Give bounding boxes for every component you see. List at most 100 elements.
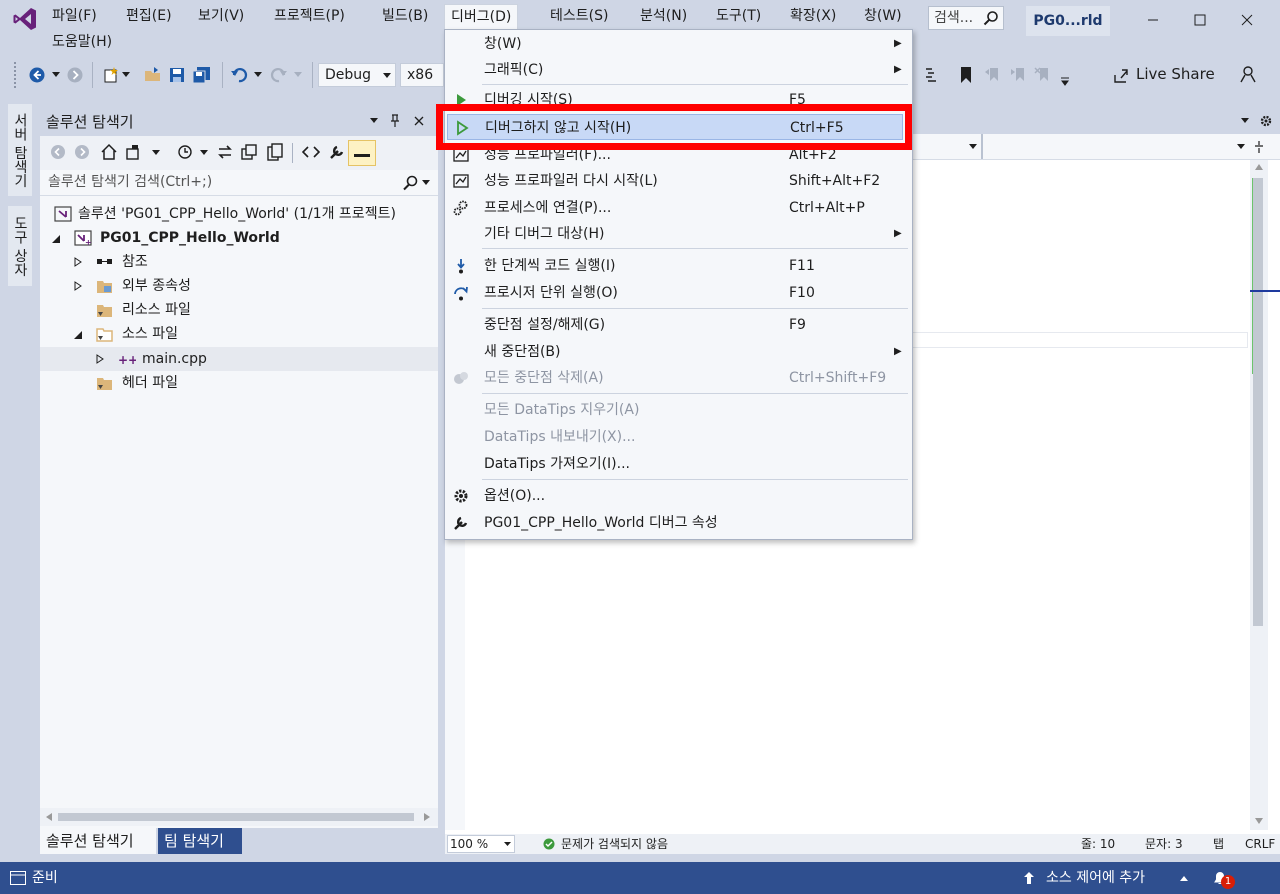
menu-item-graphics[interactable]: 그래픽(C) ▶: [444, 57, 913, 83]
menu-item-other-debug-targets[interactable]: 기타 디버그 대상(H) ▶: [444, 221, 913, 247]
tree-item-source-files[interactable]: 소스 파일: [40, 322, 438, 346]
menu-item-options[interactable]: 옵션(O)...: [444, 483, 913, 509]
menu-item-step-over[interactable]: 프로시저 단위 실행(O) F10: [444, 280, 913, 306]
back-icon[interactable]: [50, 144, 66, 160]
undo-icon[interactable]: [230, 66, 248, 84]
gear-icon[interactable]: [1259, 114, 1273, 128]
tree-item-references[interactable]: 참조: [40, 250, 438, 274]
menu-view[interactable]: 보기(V): [192, 4, 250, 28]
menu-item-toggle-breakpoint[interactable]: 중단점 설정/해제(G) F9: [444, 312, 913, 338]
scroll-right-icon[interactable]: [424, 813, 430, 821]
forward-icon[interactable]: [66, 66, 84, 84]
switch-views-icon[interactable]: [126, 143, 144, 161]
menu-test[interactable]: 테스트(S): [544, 4, 614, 28]
back-icon[interactable]: [28, 66, 46, 84]
menu-item-import-datatips[interactable]: DataTips 가져오기(I)...: [444, 451, 913, 477]
menu-debug[interactable]: 디버그(D): [444, 4, 519, 30]
menu-item-relaunch-profiler[interactable]: 성능 프로파일러 다시 시작(L) Shift+Alt+F2: [444, 168, 913, 194]
expanded-triangle-icon[interactable]: [74, 331, 82, 339]
tree-item-project[interactable]: + PG01_CPP_Hello_World: [40, 226, 438, 250]
menu-item-attach-to-process[interactable]: 프로세스에 연결(P)... Ctrl+Alt+P: [444, 195, 913, 221]
chevron-down-icon[interactable]: [152, 150, 160, 155]
menu-item-new-breakpoint[interactable]: 새 중단점(B) ▶: [444, 339, 913, 365]
chevron-down-icon[interactable]: [122, 72, 130, 77]
menu-window[interactable]: 창(W): [858, 4, 908, 28]
scroll-up-icon[interactable]: [1255, 164, 1263, 170]
solution-config-select[interactable]: Debug: [318, 63, 396, 87]
clear-bookmarks-icon[interactable]: [1034, 66, 1052, 84]
tab-solution-explorer[interactable]: 솔루션 탐색기: [40, 828, 156, 854]
panel-menu-chevron-icon[interactable]: [370, 118, 378, 123]
tree-item-resource-files[interactable]: 리소스 파일: [40, 298, 438, 322]
tree-item-external-dependencies[interactable]: 외부 종속성: [40, 274, 438, 298]
tree-item-main-cpp[interactable]: ++ main.cpp: [40, 347, 438, 371]
tab-team-explorer[interactable]: 팀 탐색기: [158, 828, 242, 854]
scrollbar-thumb[interactable]: [1253, 178, 1263, 626]
menu-file[interactable]: 파일(F): [46, 4, 103, 28]
menu-edit[interactable]: 편집(E): [120, 4, 178, 28]
menu-item-windows[interactable]: 창(W) ▶: [444, 31, 913, 57]
chevron-down-icon[interactable]: [294, 72, 302, 77]
view-code-icon[interactable]: [302, 143, 320, 161]
redo-icon[interactable]: [270, 66, 288, 84]
save-all-icon[interactable]: [192, 66, 212, 84]
menu-project[interactable]: 프로젝트(P): [268, 4, 351, 28]
menu-build[interactable]: 빌드(B): [376, 4, 434, 28]
collapsed-triangle-icon[interactable]: [74, 281, 82, 291]
menu-item-delete-all-breakpoints[interactable]: 모든 중단점 삭제(A) Ctrl+Shift+F9: [444, 365, 913, 391]
save-icon[interactable]: [168, 66, 186, 84]
prev-bookmark-icon[interactable]: [984, 66, 1002, 84]
server-explorer-tab[interactable]: 서버 탐색기: [8, 104, 32, 196]
properties-wrench-icon[interactable]: [328, 143, 346, 161]
horizontal-scrollbar[interactable]: [40, 808, 438, 826]
line-ending[interactable]: CRLF: [1245, 834, 1275, 854]
split-window-icon[interactable]: [1253, 140, 1265, 154]
menu-item-clear-all-datatips[interactable]: 모든 DataTips 지우기(A): [444, 397, 913, 423]
menu-help[interactable]: 도움말(H): [46, 30, 118, 54]
tab-list-chevron-icon[interactable]: [1241, 118, 1249, 123]
search-input[interactable]: 검색...: [928, 6, 1004, 30]
new-project-icon[interactable]: [102, 66, 120, 84]
maximize-button[interactable]: [1177, 0, 1223, 40]
chevron-down-icon[interactable]: [52, 72, 60, 77]
menu-analyze[interactable]: 분석(N): [634, 4, 693, 28]
scrollbar-thumb[interactable]: [58, 813, 414, 821]
bookmark-icon[interactable]: [958, 66, 974, 84]
collapsed-triangle-icon[interactable]: [74, 257, 82, 267]
close-button[interactable]: [1224, 0, 1270, 40]
close-icon[interactable]: [414, 116, 424, 126]
chevron-down-icon[interactable]: [969, 144, 977, 149]
scroll-down-icon[interactable]: [1255, 818, 1263, 824]
home-icon[interactable]: [100, 143, 118, 161]
menu-extensions[interactable]: 확장(X): [784, 4, 842, 28]
menu-item-export-datatips[interactable]: DataTips 내보내기(X)...: [444, 424, 913, 450]
minimize-button[interactable]: [1130, 0, 1176, 40]
scroll-left-icon[interactable]: [46, 813, 52, 821]
zoom-select[interactable]: 100 %: [447, 835, 515, 853]
comment-toggle-icon[interactable]: [924, 66, 942, 84]
toolbar-overflow-icon[interactable]: [1060, 76, 1070, 86]
notifications-button[interactable]: 1: [1212, 868, 1240, 890]
platform-select[interactable]: x86: [400, 63, 444, 87]
toolbox-tab[interactable]: 도구 상자: [8, 206, 32, 286]
tree-item-header-files[interactable]: 헤더 파일: [40, 371, 438, 395]
source-control-button[interactable]: 소스 제어에 추가: [1046, 862, 1145, 894]
sync-active-document-icon[interactable]: [216, 143, 234, 161]
expanded-triangle-icon[interactable]: [52, 235, 60, 243]
menu-item-step-into[interactable]: 한 단계씩 코드 실행(I) F11: [444, 253, 913, 279]
member-dropdown[interactable]: [981, 134, 1241, 159]
pending-changes-filter-icon[interactable]: [176, 143, 194, 161]
tree-item-solution[interactable]: 솔루션 'PG01_CPP_Hello_World' (1/1개 프로젝트): [40, 202, 438, 226]
chevron-down-icon[interactable]: [1237, 144, 1245, 149]
forward-icon[interactable]: [74, 144, 90, 160]
solution-explorer-search-input[interactable]: 솔루션 탐색기 검색(Ctrl+;): [40, 170, 438, 196]
collapsed-triangle-icon[interactable]: [96, 354, 104, 364]
next-bookmark-icon[interactable]: [1010, 66, 1028, 84]
preview-selected-items-button[interactable]: [348, 140, 376, 166]
chevron-down-icon[interactable]: [200, 150, 208, 155]
show-all-files-icon[interactable]: [266, 143, 284, 161]
menu-item-debug-properties[interactable]: PG01_CPP_Hello_World 디버그 속성: [444, 510, 913, 536]
open-folder-icon[interactable]: [144, 66, 162, 84]
pin-icon[interactable]: [390, 114, 400, 128]
collapse-all-icon[interactable]: [240, 143, 258, 161]
